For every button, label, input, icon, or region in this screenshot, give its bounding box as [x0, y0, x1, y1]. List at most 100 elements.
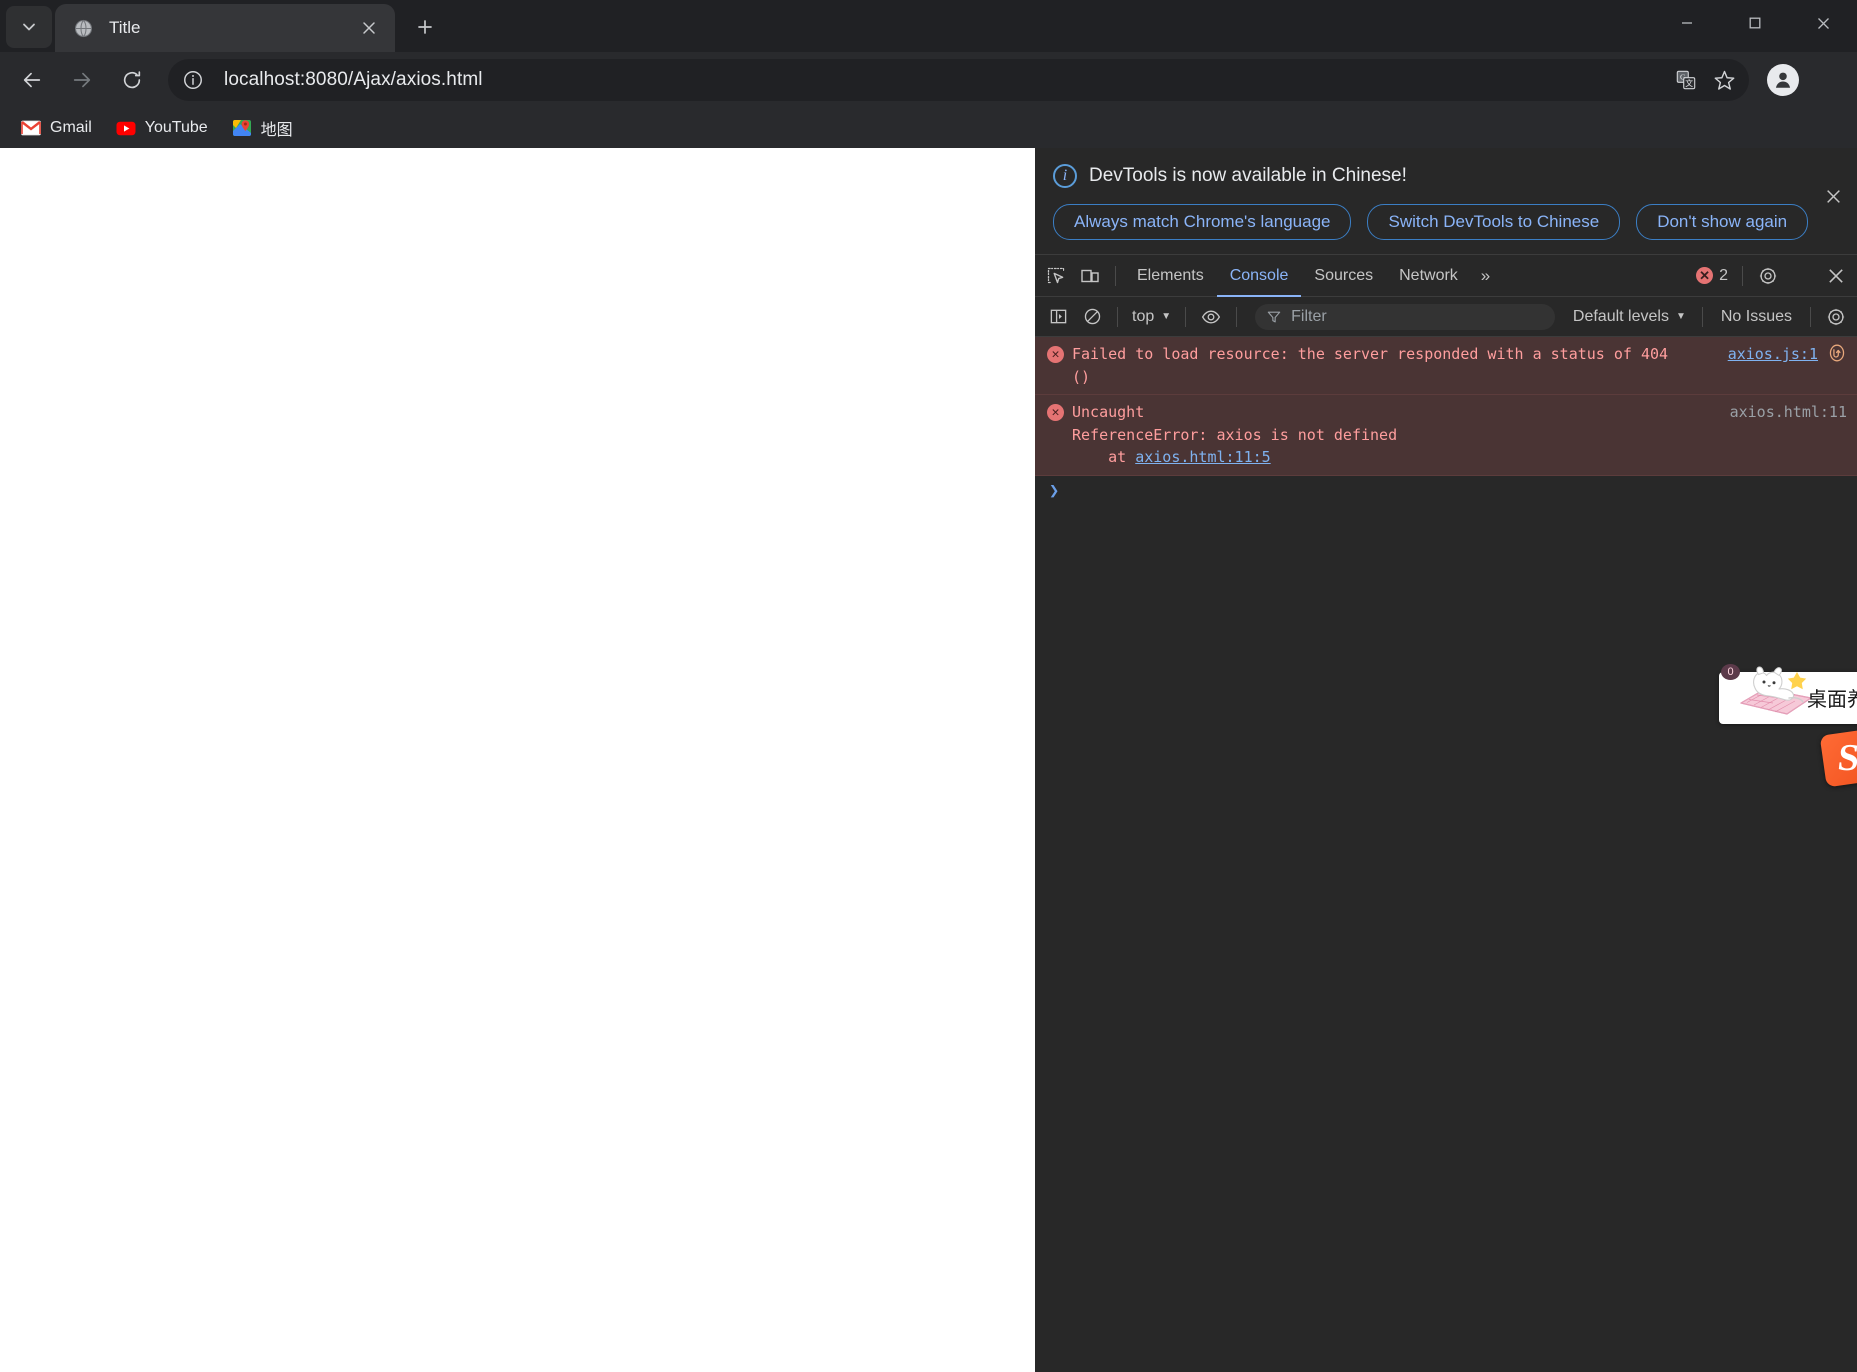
devtools-more-options-icon[interactable] [1785, 259, 1819, 293]
devtools-language-banner: i DevTools is now available in Chinese! … [1035, 148, 1857, 256]
web-page-viewport [0, 148, 1035, 1372]
always-match-language-button[interactable]: Always match Chrome's language [1053, 204, 1352, 241]
banner-header: i DevTools is now available in Chinese! [1053, 164, 1839, 188]
devtools-panel: i DevTools is now available in Chinese! … [1035, 148, 1857, 1372]
devtools-tab-sources[interactable]: Sources [1301, 255, 1386, 297]
bookmark-star-icon[interactable] [1705, 61, 1743, 99]
reload-icon [123, 71, 141, 89]
bookmark-item-maps[interactable]: 地图 [223, 111, 302, 145]
error-icon: ✕ [1696, 267, 1714, 285]
url-text: localhost:8080/Ajax/axios.html [224, 69, 483, 90]
console-prompt[interactable]: ❯ [1035, 476, 1857, 507]
gmail-icon [21, 118, 41, 138]
banner-title: DevTools is now available in Chinese! [1089, 165, 1407, 186]
tab-close-icon[interactable] [355, 14, 383, 42]
more-tabs-icon[interactable]: » [1471, 266, 1500, 286]
devtools-tab-bar-actions: ✕ 2 [1690, 259, 1857, 293]
toolbar-right-actions [1759, 58, 1847, 102]
console-message-source-link[interactable]: axios.js:1 [1728, 343, 1818, 366]
toggle-device-toolbar-icon[interactable] [1073, 259, 1107, 293]
inspect-element-icon[interactable] [1039, 259, 1073, 293]
tab-search-button[interactable] [6, 6, 52, 48]
devtools-tab-network[interactable]: Network [1386, 255, 1471, 297]
youtube-icon [116, 118, 136, 138]
console-message-row[interactable]: ✕ Failed to load resource: the server re… [1035, 337, 1857, 396]
error-icon: ✕ [1047, 346, 1064, 364]
sogou-widget[interactable]: S [1819, 728, 1857, 788]
reload-request-icon[interactable] [1827, 343, 1847, 363]
devtools-settings-gear-icon[interactable] [1751, 259, 1785, 293]
new-tab-button[interactable] [405, 7, 445, 47]
error-line-2: ReferenceError: axios is not defined [1072, 425, 1398, 444]
desktop-pet-widget[interactable]: 0 桌面 [1719, 664, 1857, 724]
svg-text:文: 文 [1685, 78, 1693, 88]
issues-button[interactable]: No Issues [1711, 305, 1802, 329]
console-message-text: Failed to load resource: the server resp… [1072, 345, 1669, 386]
devtools-tab-bar: Elements Console Sources Network » ✕ 2 [1035, 255, 1857, 298]
forward-button[interactable] [60, 58, 104, 102]
devtools-tab-console[interactable]: Console [1216, 255, 1302, 297]
tab-strip: Title [0, 0, 1857, 52]
window-maximize-button[interactable] [1721, 0, 1789, 46]
minimize-icon [1682, 22, 1692, 24]
devtools-close-icon[interactable] [1819, 259, 1853, 293]
window-close-button[interactable] [1789, 0, 1857, 46]
content-area: i DevTools is now available in Chinese! … [0, 148, 1857, 1372]
console-settings-gear-icon[interactable] [1819, 300, 1853, 334]
console-message-text: Uncaught ReferenceError: axios is not def… [1072, 401, 1714, 469]
person-icon [1775, 72, 1791, 88]
back-button[interactable] [10, 58, 54, 102]
bookmark-item-gmail[interactable]: Gmail [12, 113, 101, 143]
log-levels-value: Default levels [1572, 307, 1669, 325]
browser-tab[interactable]: Title [55, 4, 395, 52]
bookmark-item-youtube[interactable]: YouTube [107, 113, 217, 143]
console-toolbar: top ▼ Filter Default levels ▼ No Issues [1035, 297, 1857, 338]
live-expression-eye-icon[interactable] [1194, 300, 1228, 334]
switch-devtools-to-chinese-button[interactable]: Switch DevTools to Chinese [1367, 204, 1621, 241]
console-toolbar-right: Default levels ▼ No Issues [1565, 300, 1857, 334]
tab-title: Title [109, 18, 141, 37]
divider [1117, 306, 1118, 327]
divider [1236, 306, 1238, 327]
chrome-menu-button[interactable] [1807, 58, 1847, 102]
banner-close-icon[interactable] [1819, 182, 1847, 210]
divider [1185, 306, 1187, 327]
address-bar[interactable]: localhost:8080/Ajax/axios.html G 文 [168, 59, 1749, 101]
reload-button[interactable] [110, 58, 154, 102]
console-context-selector[interactable]: top ▼ [1126, 305, 1177, 329]
sogou-icon: S [1836, 737, 1857, 780]
error-icon: ✕ [1047, 404, 1064, 422]
prompt-chevron-icon: ❯ [1049, 480, 1060, 501]
maximize-icon [1749, 17, 1761, 29]
arrow-left-icon [23, 72, 41, 88]
profile-button[interactable] [1761, 58, 1805, 102]
error-line-3: at [1072, 448, 1136, 467]
console-message-list: ✕ Failed to load resource: the server re… [1035, 337, 1857, 1372]
avatar [1767, 64, 1799, 96]
window-minimize-button[interactable] [1653, 0, 1721, 46]
dont-show-again-button[interactable]: Don't show again [1636, 204, 1809, 241]
filter-icon [1267, 311, 1281, 323]
devtools-tab-elements[interactable]: Elements [1124, 255, 1217, 297]
chevron-down-icon [23, 23, 35, 31]
globe-favicon-icon [73, 18, 93, 38]
console-log-levels-selector[interactable]: Default levels ▼ [1565, 305, 1694, 329]
info-icon: i [1053, 164, 1077, 188]
console-stack-frame-link[interactable]: axios.html:11:5 [1135, 448, 1270, 466]
error-count: 2 [1719, 266, 1728, 284]
plus-icon [418, 20, 432, 34]
close-icon [1817, 17, 1829, 29]
chevron-down-icon: ▼ [1675, 311, 1686, 323]
window-controls [1653, 0, 1857, 46]
arrow-right-icon [73, 72, 91, 88]
clear-console-icon[interactable] [1075, 300, 1109, 334]
chevron-down-icon: ▼ [1161, 311, 1172, 323]
bookmark-label: YouTube [144, 119, 208, 136]
translate-icon[interactable]: G 文 [1667, 61, 1705, 99]
console-filter-input[interactable]: Filter [1255, 303, 1555, 330]
divider [1115, 265, 1116, 286]
error-count-badge[interactable]: ✕ 2 [1690, 267, 1734, 285]
console-sidebar-toggle-icon[interactable] [1041, 300, 1075, 334]
site-info-icon[interactable] [176, 63, 210, 97]
console-message-row[interactable]: ✕ Uncaught ReferenceError: axios is not d… [1035, 395, 1857, 476]
